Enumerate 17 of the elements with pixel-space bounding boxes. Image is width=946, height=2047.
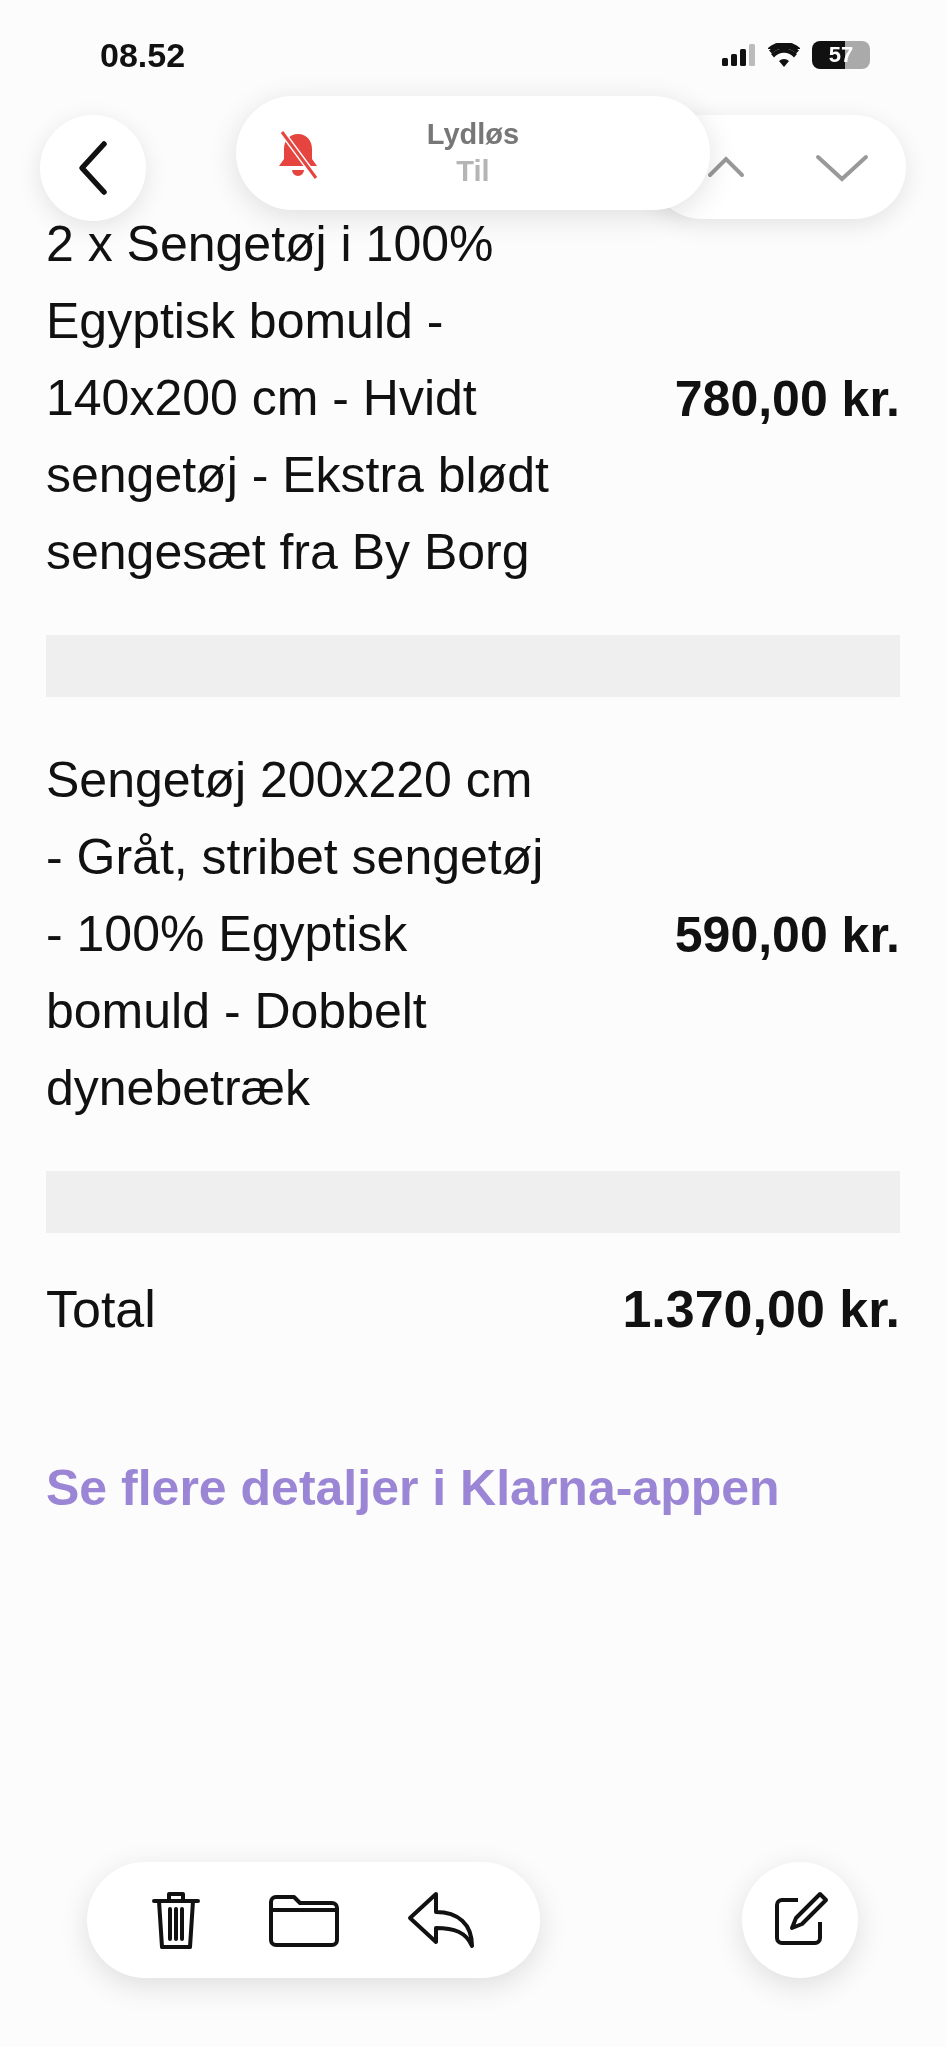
- item-name: Sengetøj 200x220 cm - Gråt, stribet sengetøj - 100% Egyptisk bomuld - Dobbelt dynebetræk: [46, 751, 545, 1118]
- total-label: Total: [46, 1279, 156, 1339]
- chevron-down-icon[interactable]: [814, 153, 870, 183]
- silent-title: Lydløs: [426, 118, 520, 151]
- item-name: 2 x Sengetøj i 100% Egyptisk bomuld - 140x200 cm - Hvidt sengetøj - Ekstra blødt sengesæt fra By Borg: [46, 215, 550, 582]
- signal-icon: [722, 44, 756, 66]
- back-icon: [76, 140, 110, 196]
- silent-status: Til: [456, 155, 490, 188]
- folder-icon[interactable]: [266, 1892, 341, 1948]
- klarna-link[interactable]: Se flere detaljer i Klarna-appen: [46, 1447, 806, 1529]
- total-amount: 1.370,00 kr.: [622, 1279, 900, 1339]
- chevron-up-icon[interactable]: [706, 155, 746, 179]
- status-time: 08.52: [100, 35, 186, 75]
- trash-icon[interactable]: [149, 1889, 202, 1951]
- item-price: 590,00 kr.: [674, 905, 900, 964]
- wifi-icon: [768, 43, 800, 67]
- item-price: 780,00 kr.: [674, 369, 900, 428]
